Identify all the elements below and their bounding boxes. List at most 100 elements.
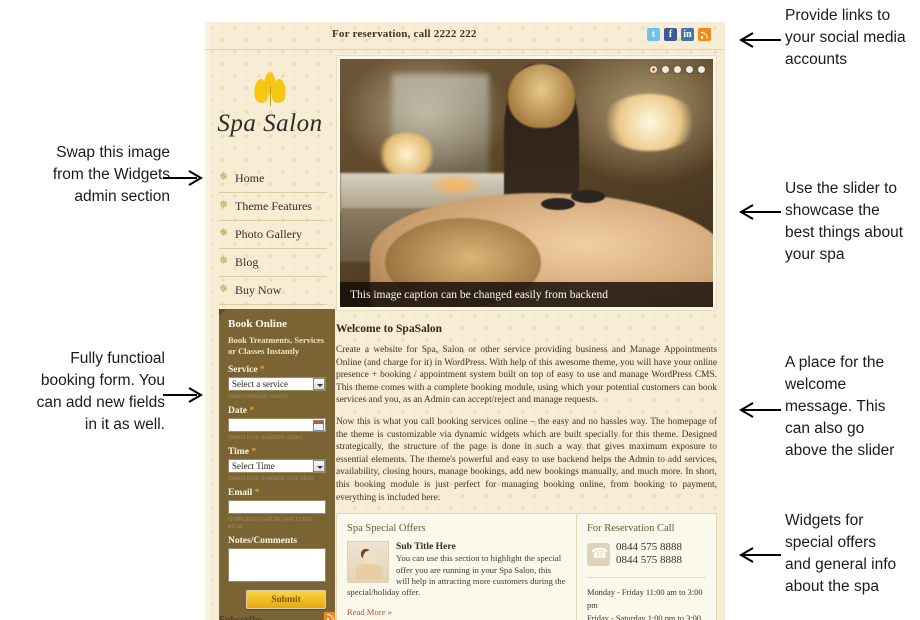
sidebar-item-buy-now[interactable]: ✵ Buy Now: [219, 277, 327, 305]
flower-bullet-icon: ✵: [219, 199, 229, 211]
slider-image: This image caption can be changed easily…: [340, 59, 713, 307]
service-hint: Select desired service: [228, 393, 289, 400]
service-select[interactable]: Select a service: [228, 377, 326, 391]
booking-subtitle: Book Treatments, Services or Classes Ins…: [228, 335, 325, 356]
annotation-line: A place for the: [785, 354, 885, 371]
annotation-booking-form: Fully functioal booking form. You can ad…: [5, 348, 165, 436]
site-logo[interactable]: Spa Salon: [205, 72, 335, 138]
annotation-widgets-info: Widgets for special offers and general i…: [785, 510, 920, 598]
annotation-line: accounts: [785, 51, 848, 68]
annotation-line: from the Widgets: [52, 166, 170, 183]
phone-number-2: 0844 575 8888: [616, 554, 682, 567]
phone-numbers: 0844 575 8888 0844 575 8888: [616, 541, 682, 567]
rss-icon[interactable]: [698, 28, 711, 41]
time-hint: Select from available time slots: [228, 475, 314, 482]
email-input[interactable]: [228, 500, 326, 514]
phone-number-1: 0844 575 8888: [616, 541, 682, 554]
annotation-line: Swap this image: [56, 144, 170, 161]
hours-line-1: Monday - Friday 11:00 am to 3:00 pm: [587, 588, 703, 611]
offers-title: Spa Special Offers: [347, 523, 426, 535]
hours-line-2: Friday - Saturday 1:00 pm to 3:00 pm: [587, 614, 701, 620]
booking-title: Book Online: [228, 318, 287, 330]
reservation-phone-text: For reservation, call 2222 222: [332, 28, 477, 40]
booking-form: Book Online Book Treatments, Services or…: [219, 309, 335, 620]
annotation-arrow-right: [163, 168, 205, 194]
chevron-down-icon[interactable]: [313, 378, 325, 390]
nav-label: Blog: [235, 255, 259, 269]
phone-icon: [587, 542, 610, 566]
nav-label: Home: [235, 171, 265, 185]
flower-bullet-icon: ✵: [219, 283, 229, 295]
facebook-icon[interactable]: f: [664, 28, 677, 41]
date-field-wrap: [228, 418, 326, 432]
annotation-line: admin section: [74, 188, 170, 205]
service-select-wrap: Select a service: [228, 377, 326, 391]
calendar-icon[interactable]: [313, 420, 324, 431]
welcome-paragraph-2: Now this is what you call booking servic…: [336, 416, 717, 503]
date-input[interactable]: [228, 418, 326, 432]
required-mark: *: [259, 365, 265, 375]
subscribe-widget: Subscribe Enter Email Address ▶: [219, 610, 335, 620]
tulip-stem: [269, 86, 271, 106]
nav-label: Theme Features: [235, 199, 312, 213]
flower-bullet-icon: ✵: [219, 171, 229, 183]
tulip-icon: [252, 72, 288, 106]
slider-caption: This image caption can be changed easily…: [340, 282, 713, 307]
annotation-arrow-left: [733, 202, 781, 228]
email-label: Email *: [228, 488, 260, 498]
slider-dot-1[interactable]: [650, 66, 657, 73]
slider-dot-5[interactable]: [698, 66, 705, 73]
annotation-arrow-left: [733, 400, 781, 426]
opening-hours: Monday - Friday 11:00 am to 3:00 pm Frid…: [587, 586, 706, 620]
sidebar-item-blog[interactable]: ✵ Blog: [219, 249, 327, 277]
twitter-glyph: t: [651, 28, 656, 40]
date-label: Date *: [228, 406, 255, 416]
linkedin-icon[interactable]: in: [681, 28, 694, 41]
annotation-line: special offers: [785, 534, 877, 551]
submit-button[interactable]: Submit: [246, 590, 326, 609]
required-mark: *: [251, 447, 257, 457]
annotation-line: welcome: [785, 376, 847, 393]
annotation-line: showcase the: [785, 202, 880, 219]
main-navigation: ✵ Home ✵ Theme Features ✵ Photo Gallery ✵ Bl…: [219, 165, 327, 305]
rss-icon[interactable]: [324, 612, 335, 620]
social-links: t f in: [647, 28, 711, 41]
slider-dot-4[interactable]: [686, 66, 693, 73]
slider-dots[interactable]: [649, 65, 706, 74]
annotation-line: can add new fields: [36, 394, 165, 411]
read-more-link[interactable]: Read More »: [347, 607, 392, 617]
therapist-hair: [507, 63, 575, 129]
sidebar: Spa Salon ✵ Home ✵ Theme Features ✵ Photo G…: [205, 50, 335, 620]
annotation-line: your social media: [785, 29, 906, 46]
annotation-social-links: Provide links to your social media accou…: [785, 5, 917, 71]
website-preview: For reservation, call 2222 222 t f in Sp…: [205, 22, 725, 620]
annotation-line: Use the slider to: [785, 180, 897, 197]
nav-label: Photo Gallery: [235, 227, 302, 241]
annotation-line: above the slider: [785, 442, 895, 459]
time-select[interactable]: Select Time: [228, 459, 326, 473]
service-label: Service *: [228, 365, 265, 375]
sidebar-item-theme-features[interactable]: ✵ Theme Features: [219, 193, 327, 221]
annotation-arrow-left: [733, 30, 781, 56]
twitter-icon[interactable]: t: [647, 28, 660, 41]
spa-lamp-left: [377, 133, 437, 176]
image-slider[interactable]: This image caption can be changed easily…: [336, 55, 717, 311]
slider-dot-2[interactable]: [662, 66, 669, 73]
annotation-line: about the spa: [785, 578, 879, 595]
time-label: Time *: [228, 447, 257, 457]
sidebar-item-photo-gallery[interactable]: ✵ Photo Gallery: [219, 221, 327, 249]
chevron-down-icon[interactable]: [313, 460, 325, 472]
reservation-widget: For Reservation Call 0844 575 8888 0844 …: [577, 514, 716, 620]
notes-textarea[interactable]: [228, 548, 326, 582]
slider-dot-3[interactable]: [674, 66, 681, 73]
annotation-arrow-left: [733, 545, 781, 571]
notes-label: Notes/Comments: [228, 536, 298, 546]
subscribe-title: Subscribe: [219, 614, 263, 620]
annotation-line: booking form. You: [40, 372, 165, 389]
annotation-line: best things about: [785, 224, 904, 241]
required-mark: *: [254, 488, 260, 498]
brand-name: Spa Salon: [217, 110, 323, 137]
sidebar-item-home[interactable]: ✵ Home: [219, 165, 327, 193]
annotation-line: your spa: [785, 246, 845, 263]
annotation-line: Fully functioal: [70, 350, 165, 367]
